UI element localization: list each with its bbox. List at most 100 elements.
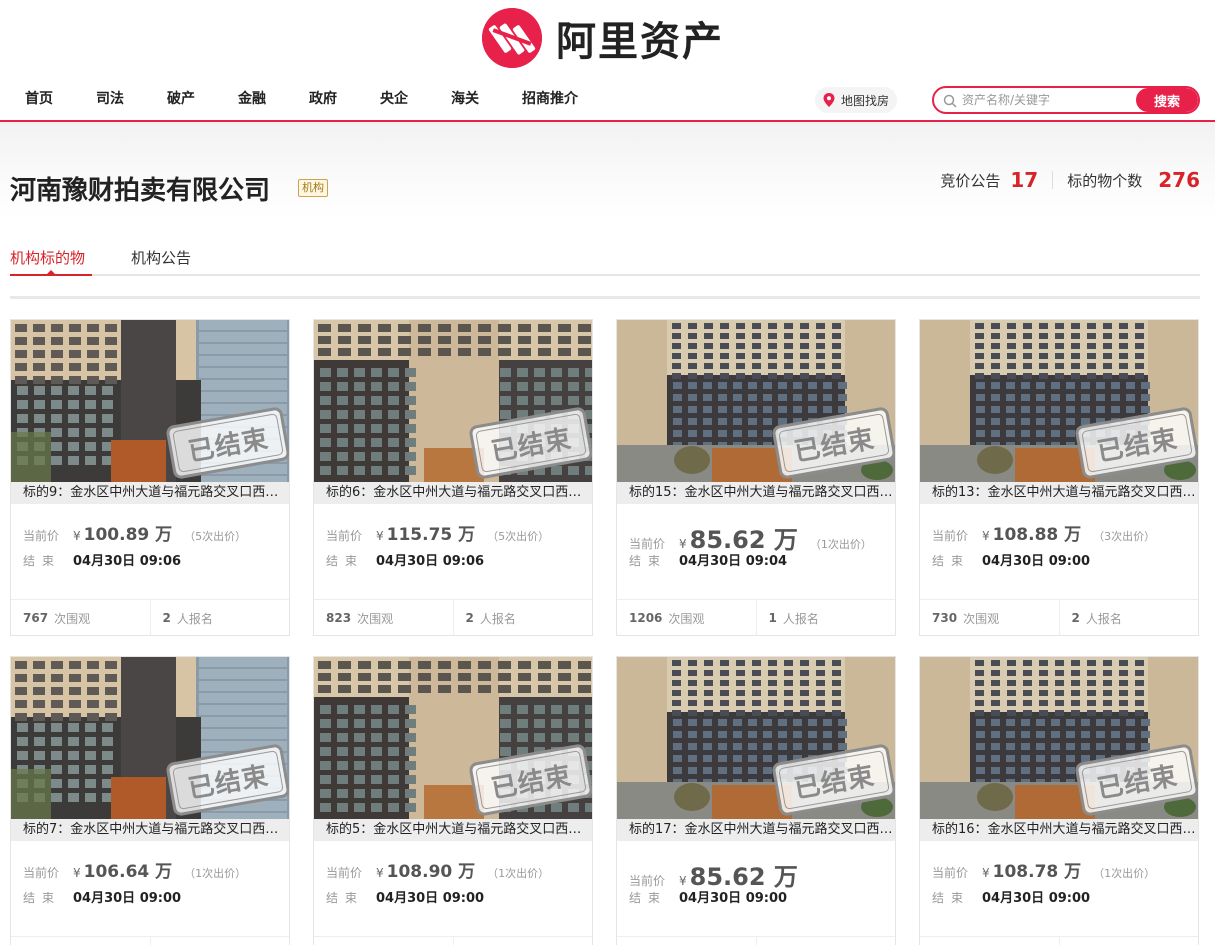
items-count[interactable]: 276: [1158, 168, 1200, 192]
current-price-label: 当前价: [23, 529, 60, 543]
active-tab-caret: [47, 270, 55, 274]
yen-symbol: ¥: [679, 537, 687, 551]
ali-assets-logo-icon: [482, 8, 542, 68]
end-time: 04月30日 09:00: [679, 891, 788, 906]
search-icon: [943, 94, 957, 108]
company-stats: 竞价公告 17 标的物个数 276: [940, 168, 1200, 192]
end-time-row: 结束 04月30日 09:06: [326, 550, 484, 569]
signups-cell: 人报名: [1058, 937, 1199, 945]
views-cell: 次围观: [617, 937, 756, 945]
nav-bankruptcy[interactable]: 破产: [167, 88, 195, 108]
signups-label: 人报名: [1085, 611, 1122, 626]
search-input[interactable]: [962, 88, 1132, 112]
signups-cell: 2 人报名: [149, 600, 290, 635]
views-cell: 1206 次围观: [617, 600, 756, 635]
yen-symbol: ¥: [679, 874, 687, 888]
views-label: 次围观: [963, 611, 1000, 626]
search-button[interactable]: 搜索: [1136, 88, 1198, 112]
signups-label: 人报名: [176, 611, 213, 626]
notice-count[interactable]: 17: [1010, 168, 1038, 192]
current-price: 108.78 万: [992, 862, 1082, 882]
card-footer: 1206 次围观 1 人报名: [617, 599, 895, 635]
stats-divider: [1052, 171, 1054, 189]
end-time: 04月30日 09:06: [376, 554, 485, 569]
price-row: 当前价 ¥ 115.75 万 （5次出价）: [326, 520, 549, 545]
current-price-label: 当前价: [932, 529, 969, 543]
views-cell: 次围观: [314, 937, 453, 945]
end-label: 结束: [629, 891, 668, 905]
end-time-row: 结束 04月30日 09:00: [326, 887, 484, 906]
org-badge: 机构: [298, 179, 328, 197]
signups-label: 人报名: [479, 611, 516, 626]
views-cell: 823 次围观: [314, 600, 453, 635]
listing-card-3[interactable]: 已结束 标的15：金水区中州大道与福元路交叉口西南角正商华钻（正商花语里）2号楼…: [616, 319, 896, 636]
end-label: 结束: [932, 554, 971, 568]
tab-bar: 机构标的物 机构公告: [10, 238, 1200, 276]
views-cell: 730 次围观: [920, 600, 1059, 635]
yen-symbol: ¥: [376, 529, 384, 543]
tab-institution-notices[interactable]: 机构公告: [131, 247, 191, 268]
company-name: 河南豫财拍卖有限公司: [10, 176, 271, 206]
listing-card-6[interactable]: 已结束 标的5：金水区中州大道与福元路交叉口西南角正商华钻（正商花语里）1号楼 …: [313, 656, 593, 945]
listing-title[interactable]: 标的13：金水区中州大道与福元路交叉口西南角正商华钻（正商花语里）2号楼: [920, 482, 1198, 504]
listing-card-7[interactable]: 已结束 标的17：金水区中州大道与福元路交叉口西南角正商华钻（正商花语里）2号楼…: [616, 656, 896, 945]
tab-institution-items[interactable]: 机构标的物: [10, 247, 85, 268]
card-footer: 730 次围观 2 人报名: [920, 599, 1198, 635]
listing-title[interactable]: 标的16：金水区中州大道与福元路交叉口西南角正商华钻（正商花语里）2号楼: [920, 819, 1198, 841]
active-tab-indicator: [10, 274, 92, 276]
current-price: 108.88 万: [992, 525, 1082, 545]
views-count: 823: [326, 611, 352, 625]
listing-card-2[interactable]: 已结束 标的6：金水区中州大道与福元路交叉口西南角正商华钻（正商花语里）1号楼 …: [313, 319, 593, 636]
current-price-label: 当前价: [932, 866, 969, 880]
map-search-button[interactable]: 地图找房: [815, 87, 898, 113]
end-time: 04月30日 09:06: [73, 554, 182, 569]
listing-card-4[interactable]: 已结束 标的13：金水区中州大道与福元路交叉口西南角正商华钻（正商花语里）2号楼…: [919, 319, 1199, 636]
views-label: 次围观: [357, 611, 394, 626]
listing-title[interactable]: 标的6：金水区中州大道与福元路交叉口西南角正商华钻（正商花语里）1号楼: [314, 482, 592, 504]
signups-cell: 人报名: [755, 937, 896, 945]
notice-count-label: 竞价公告: [940, 171, 1001, 190]
map-search-label: 地图找房: [841, 93, 890, 108]
bid-count: （1次出价）: [487, 867, 550, 880]
end-time-row: 结束 04月30日 09:00: [932, 887, 1090, 906]
card-footer: 823 次围观 2 人报名: [314, 599, 592, 635]
views-count: 730: [932, 611, 958, 625]
main-nav: 首页 司法 破产 金融 政府 央企 海关 招商推介: [25, 88, 621, 108]
listing-card-5[interactable]: 已结束 标的7：金水区中州大道与福元路交叉口西南角正商华钻（正商花语里）1号楼 …: [10, 656, 290, 945]
nav-central-soe[interactable]: 央企: [380, 88, 408, 108]
listing-card-8[interactable]: 已结束 标的16：金水区中州大道与福元路交叉口西南角正商华钻（正商花语里）2号楼…: [919, 656, 1199, 945]
content-divider: [10, 296, 1200, 299]
end-time: 04月30日 09:00: [376, 891, 485, 906]
listing-title[interactable]: 标的17：金水区中州大道与福元路交叉口西南角正商华钻（正商花语里）2号楼: [617, 819, 895, 841]
price-row: 当前价 ¥ 108.78 万 （1次出价）: [932, 857, 1155, 882]
listing-title[interactable]: 标的5：金水区中州大道与福元路交叉口西南角正商华钻（正商花语里）1号楼: [314, 819, 592, 841]
nav-judicial[interactable]: 司法: [96, 88, 124, 108]
views-label: 次围观: [668, 611, 705, 626]
yen-symbol: ¥: [73, 529, 81, 543]
yen-symbol: ¥: [982, 529, 990, 543]
nav-finance[interactable]: 金融: [238, 88, 266, 108]
bid-count: （1次出价）: [184, 867, 247, 880]
current-price: 108.90 万: [386, 862, 476, 882]
card-footer: 次围观 人报名: [314, 936, 592, 945]
brand-logo[interactable]: 阿里资产: [482, 8, 724, 68]
end-time-row: 结束 04月30日 09:04: [629, 550, 787, 569]
listing-title[interactable]: 标的7：金水区中州大道与福元路交叉口西南角正商华钻（正商花语里）1号楼: [11, 819, 289, 841]
listing-card-1[interactable]: 已结束 标的9：金水区中州大道与福元路交叉口西南角正商华钻（正商花语里）1号楼 …: [10, 319, 290, 636]
listing-title[interactable]: 标的9：金水区中州大道与福元路交叉口西南角正商华钻（正商花语里）1号楼: [11, 482, 289, 504]
end-time: 04月30日 09:00: [982, 554, 1091, 569]
signups-count: 2: [465, 611, 474, 625]
price-row: 当前价 ¥ 106.64 万 （1次出价）: [23, 857, 246, 882]
current-price: 100.89 万: [83, 525, 173, 545]
price-row: 当前价 ¥ 108.90 万 （1次出价）: [326, 857, 549, 882]
nav-investment-promotion[interactable]: 招商推介: [522, 88, 578, 108]
price-row: 当前价 ¥ 108.88 万 （3次出价）: [932, 520, 1155, 545]
nav-government[interactable]: 政府: [309, 88, 337, 108]
listing-title[interactable]: 标的15：金水区中州大道与福元路交叉口西南角正商华钻（正商花语里）2号楼: [617, 482, 895, 504]
nav-home[interactable]: 首页: [25, 88, 53, 108]
current-price: 115.75 万: [386, 525, 476, 545]
end-time: 04月30日 09:00: [982, 891, 1091, 906]
end-label: 结束: [23, 891, 62, 905]
end-label: 结束: [932, 891, 971, 905]
nav-customs[interactable]: 海关: [451, 88, 479, 108]
